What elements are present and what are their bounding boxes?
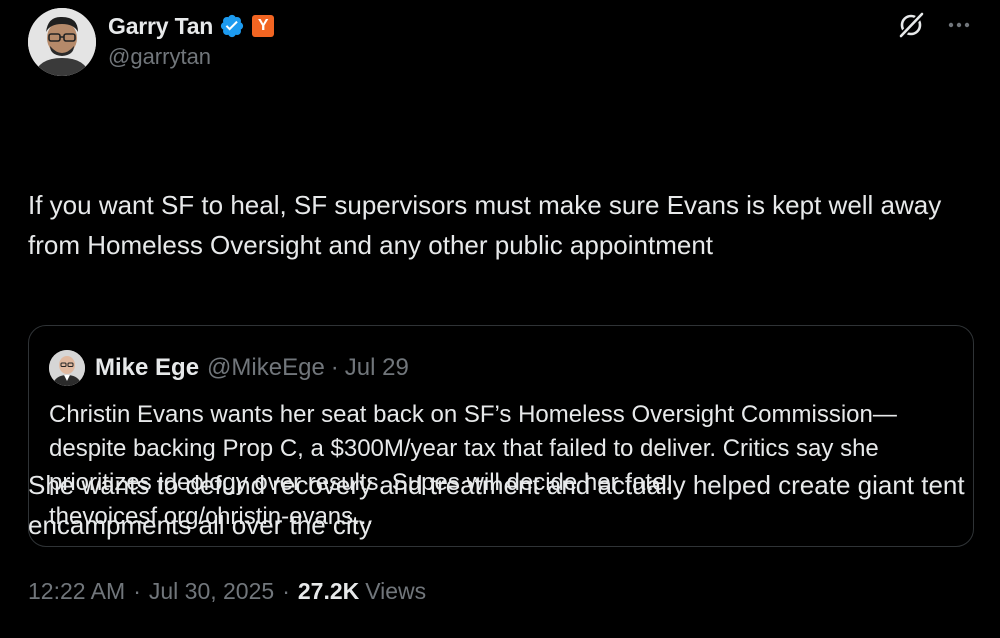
views-count[interactable]: 27.2K	[298, 578, 359, 605]
quoted-tweet-text: Christin Evans wants her seat back on SF…	[49, 398, 964, 534]
verified-badge-icon[interactable]	[219, 13, 245, 39]
meta-separator: ·	[282, 578, 290, 604]
quoted-tweet-header: Mike Ege @MikeEge · Jul 29	[49, 350, 409, 386]
quoted-tweet-body: Christin Evans wants her seat back on SF…	[49, 401, 897, 496]
quoted-separator: ·	[330, 354, 339, 381]
quoted-date[interactable]: Jul 29	[345, 354, 409, 382]
author-block: Garry Tan Y @garrytan	[108, 10, 275, 70]
person-avatar-icon	[49, 350, 85, 386]
author-name[interactable]: Garry Tan	[108, 13, 213, 40]
tweet-date[interactable]: Jul 30, 2025	[149, 578, 274, 605]
tweet: Garry Tan Y @garrytan If you want SF to …	[0, 0, 1000, 638]
author-avatar[interactable]	[28, 8, 96, 76]
tweet-time[interactable]: 12:22 AM	[28, 578, 125, 605]
more-options-icon[interactable]	[946, 12, 972, 38]
quoted-author-name[interactable]: Mike Ege	[95, 354, 199, 382]
quoted-tweet-link[interactable]: thevoicesf.org/christin-evans...	[49, 500, 964, 534]
quoted-tweet-card[interactable]: Mike Ege @MikeEge · Jul 29 Christin Evan…	[28, 325, 974, 547]
author-name-row: Garry Tan Y	[108, 10, 275, 42]
quoted-author-avatar[interactable]	[49, 350, 85, 386]
views-label: Views	[365, 578, 427, 604]
yc-affiliate-badge[interactable]: Y	[252, 15, 275, 37]
person-avatar-icon	[28, 8, 96, 76]
quoted-author-handle[interactable]: @MikeEge	[207, 354, 325, 382]
grok-icon[interactable]	[896, 10, 926, 40]
tweet-meta: 12:22 AM · Jul 30, 2025 · 27.2K Views	[28, 578, 426, 605]
tweet-paragraph-1: If you want SF to heal, SF supervisors m…	[28, 190, 949, 260]
top-actions	[896, 10, 972, 40]
author-handle[interactable]: @garrytan	[108, 44, 274, 70]
meta-separator: ·	[133, 578, 141, 604]
